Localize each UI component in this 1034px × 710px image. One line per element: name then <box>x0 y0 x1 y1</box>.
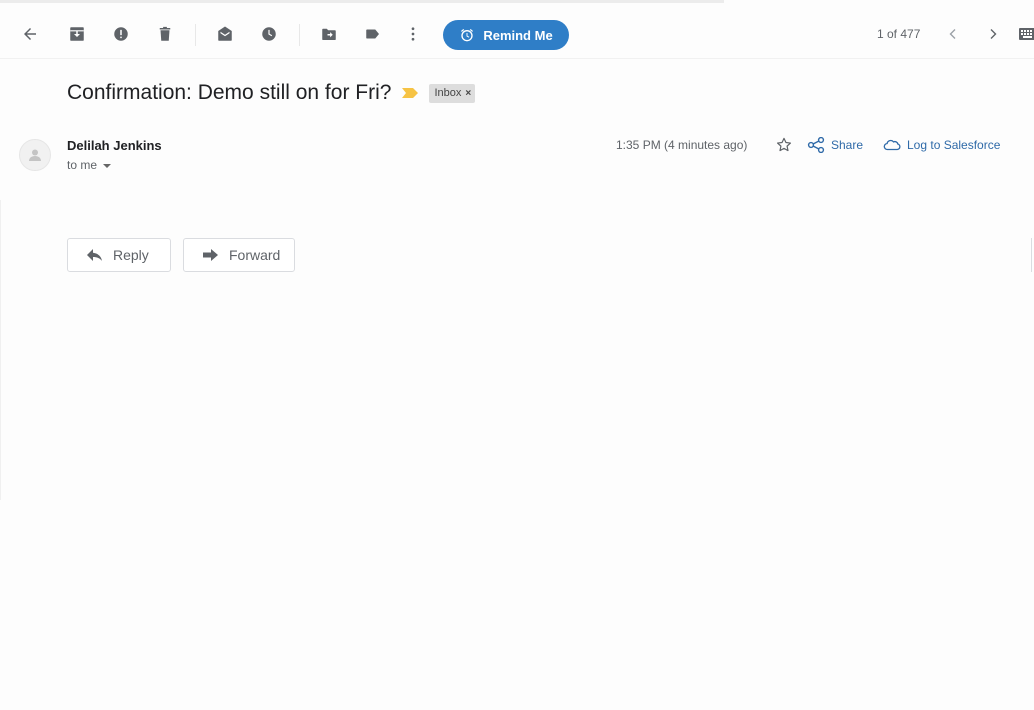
more-icon[interactable] <box>401 22 425 46</box>
toolbar: Remind Me 1 of 477 <box>0 8 1034 59</box>
move-to-icon[interactable] <box>317 22 341 46</box>
report-spam-icon[interactable] <box>109 22 133 46</box>
forward-button[interactable]: Forward <box>183 238 295 272</box>
email-subject: Confirmation: Demo still on for Fri? <box>67 81 392 104</box>
share-button[interactable]: Share <box>807 137 863 153</box>
recipient-details-toggle[interactable]: to me <box>67 158 112 172</box>
avatar <box>19 139 51 171</box>
older-chevron-icon[interactable] <box>983 23 1003 45</box>
remind-me-button[interactable]: Remind Me <box>443 20 569 50</box>
toolbar-divider <box>195 24 196 46</box>
mark-unread-icon[interactable] <box>213 22 237 46</box>
inbox-label-badge: Inbox × <box>429 83 476 103</box>
keyboard-icon[interactable] <box>1019 27 1034 41</box>
log-to-salesforce-button[interactable]: Log to Salesforce <box>883 137 1000 153</box>
forward-arrow-icon <box>203 249 218 261</box>
pager-count: 1 of 477 <box>877 27 921 41</box>
important-marker-icon[interactable] <box>401 86 419 100</box>
caret-down-icon <box>103 163 112 168</box>
message-timestamp: 1:35 PM (4 minutes ago) <box>616 138 748 152</box>
reply-button[interactable]: Reply <box>67 238 171 272</box>
remove-label-button[interactable]: × <box>465 88 471 99</box>
labels-icon[interactable] <box>361 22 385 46</box>
email-view: Remind Me 1 of 477 Confirmation: Demo st… <box>0 0 1034 710</box>
recipient-label: to me <box>67 158 98 172</box>
remind-me-label: Remind Me <box>483 27 553 43</box>
person-icon <box>29 149 41 161</box>
toolbar-divider <box>299 24 300 46</box>
share-icon <box>807 137 825 153</box>
salesforce-cloud-icon <box>883 139 901 151</box>
star-icon[interactable] <box>774 135 794 155</box>
subject-row: Confirmation: Demo still on for Fri? Inb… <box>67 79 476 107</box>
top-scroll-edge <box>0 0 724 3</box>
left-divider <box>0 200 1 500</box>
salesforce-label: Log to Salesforce <box>907 138 1001 152</box>
archive-icon[interactable] <box>65 22 89 46</box>
sender-name: Delilah Jenkins <box>67 138 162 153</box>
alarm-clock-icon <box>461 29 474 42</box>
snooze-icon[interactable] <box>257 22 281 46</box>
back-arrow-icon[interactable] <box>18 22 42 46</box>
inbox-label-text: Inbox <box>434 87 462 99</box>
share-label: Share <box>831 138 864 152</box>
forward-label: Forward <box>229 247 281 263</box>
newer-chevron-icon[interactable] <box>943 23 963 45</box>
reply-arrow-icon <box>87 249 102 261</box>
delete-icon[interactable] <box>153 22 177 46</box>
reply-label: Reply <box>113 247 149 263</box>
